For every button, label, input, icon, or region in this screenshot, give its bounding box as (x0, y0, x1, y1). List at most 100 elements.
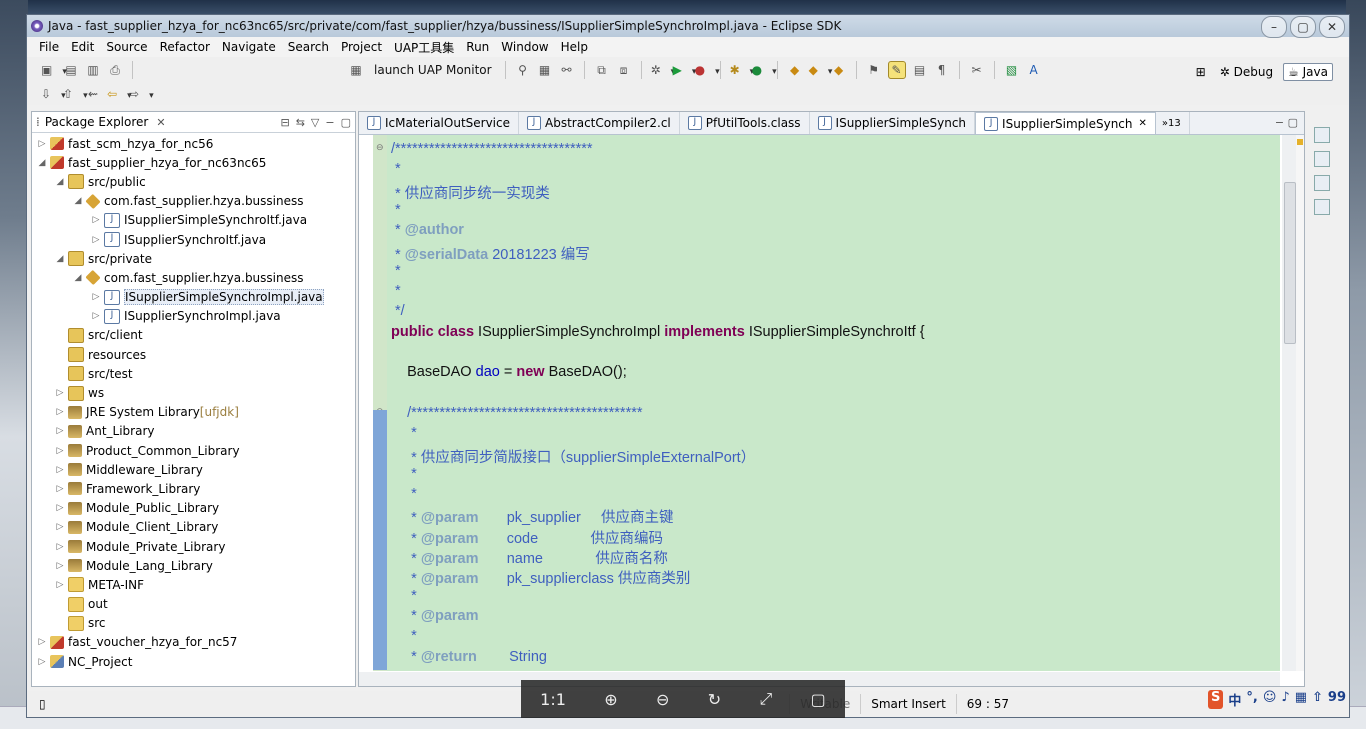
editor-tab[interactable]: AbstractCompiler2.cl (519, 112, 680, 134)
open-perspective-button[interactable]: ⊞ (1192, 64, 1210, 80)
expand-toggle-icon[interactable]: ▷ (54, 407, 66, 417)
tree-item[interactable]: ▷ Framework_Library (32, 479, 355, 498)
tree-item[interactable]: ▷ Module_Public_Library (32, 499, 355, 518)
annotation-icon[interactable]: ⚑ (866, 62, 882, 78)
tree-item[interactable]: ▷ ISupplierSimpleSynchroImpl.java (32, 288, 355, 307)
expand-toggle-icon[interactable]: ◢ (72, 273, 84, 283)
tree-item[interactable]: ▷ JRE System Library [ufjdk] (32, 403, 355, 422)
scroll-thumb[interactable] (1284, 182, 1296, 344)
overview-ruler[interactable] (1296, 135, 1304, 671)
chart-icon[interactable]: ▧ (1004, 62, 1020, 78)
expand-toggle-icon[interactable]: ◢ (72, 196, 84, 206)
run-icon[interactable]: ▶ (673, 62, 689, 78)
tab-overflow-button[interactable]: »13 (1156, 112, 1190, 134)
tray-item[interactable]: ☺ (1263, 690, 1277, 709)
view-menu-icon[interactable]: ▽ (311, 116, 319, 129)
menu-6[interactable]: Project (335, 40, 388, 54)
ime-logo-icon[interactable]: S (1208, 690, 1224, 709)
tree-item[interactable]: ▷ Product_Common_Library (32, 441, 355, 460)
tray-item[interactable]: 中 (1228, 690, 1241, 709)
expand-toggle-icon[interactable]: ▷ (54, 465, 66, 475)
search-icon[interactable]: ⚲ (515, 62, 531, 78)
link-with-editor-icon[interactable]: ⇆ (296, 116, 305, 129)
warning-marker-icon[interactable] (1297, 139, 1303, 145)
tree-item[interactable]: ▷ Module_Client_Library (32, 518, 355, 537)
expand-toggle-icon[interactable]: ▷ (36, 139, 48, 149)
tree-item[interactable]: ◢ com.fast_supplier.hzya.bussiness (32, 268, 355, 287)
maximize-view-icon[interactable]: ▢ (341, 116, 351, 129)
menu-8[interactable]: Run (460, 40, 495, 54)
tree-item[interactable]: ◢ com.fast_supplier.hzya.bussiness (32, 192, 355, 211)
tree-item[interactable]: src/test (32, 364, 355, 383)
expand-toggle-icon[interactable]: ▷ (54, 388, 66, 398)
menu-10[interactable]: Help (555, 40, 594, 54)
minimize-view-icon[interactable]: − (325, 116, 334, 129)
new-class-icon[interactable]: ✱ (730, 62, 746, 78)
last-edit-icon[interactable]: ⇜ (85, 86, 101, 102)
tree-item[interactable]: ◢ src/private (32, 249, 355, 268)
zoom-in-icon[interactable]: ⊕ (604, 690, 617, 709)
close-button[interactable]: ✕ (1319, 16, 1345, 38)
new-icon[interactable]: ▣ (41, 62, 57, 78)
java-perspective-button[interactable]: ☕ Java (1283, 63, 1333, 81)
tree-item[interactable]: src (32, 614, 355, 633)
debug-icon[interactable]: ✲ (651, 62, 667, 78)
editor-area-controls[interactable]: − ▢ (1269, 112, 1304, 134)
menu-9[interactable]: Window (495, 40, 554, 54)
show-whitespace-icon[interactable]: ¶ (934, 62, 950, 78)
expand-toggle-icon[interactable]: ▷ (54, 580, 66, 590)
expand-toggle-icon[interactable]: ◢ (54, 177, 66, 187)
title-bar[interactable]: Java - fast_supplier_hzya_for_nc63nc65/s… (27, 15, 1349, 38)
tree-item[interactable]: ▷ Middleware_Library (32, 460, 355, 479)
tree-item[interactable]: out (32, 595, 355, 614)
translate-icon[interactable]: A (1026, 62, 1042, 78)
minimize-button[interactable]: – (1261, 16, 1287, 38)
expand-toggle-icon[interactable]: ▷ (90, 292, 102, 302)
collapse-all-icon[interactable]: ⊟ (280, 116, 289, 129)
tree-item[interactable]: src/client (32, 326, 355, 345)
pin-icon[interactable]: ✂ (969, 62, 985, 78)
expand-toggle-icon[interactable]: ▷ (54, 446, 66, 456)
tray-item[interactable]: ⇧ (1312, 690, 1323, 709)
restore-view-icon[interactable] (1314, 127, 1330, 143)
problems-view-icon[interactable] (1314, 199, 1330, 215)
close-tab-icon[interactable]: ✕ (1139, 118, 1147, 129)
next-annotation-icon[interactable]: ⇩ (41, 86, 57, 102)
highlight-icon[interactable]: ✎ (887, 61, 906, 79)
expand-toggle-icon[interactable]: ▷ (36, 637, 48, 647)
tree-item[interactable]: ▷ fast_scm_hzya_for_nc56 (32, 134, 355, 153)
expand-toggle-icon[interactable]: ▷ (90, 235, 102, 245)
maximize-button[interactable]: ▢ (1290, 16, 1316, 38)
grid-icon[interactable]: ▦ (537, 62, 553, 78)
editor-tab[interactable]: ISupplierSimpleSynch ✕ (975, 112, 1156, 134)
expand-toggle-icon[interactable]: ▷ (54, 542, 66, 552)
menu-7[interactable]: UAP工具集 (388, 39, 460, 56)
expand-toggle-icon[interactable]: ◢ (54, 254, 66, 264)
editor-tab[interactable]: PfUtilTools.class (680, 112, 810, 134)
expand-toggle-icon[interactable]: ▷ (54, 561, 66, 571)
open-task-icon[interactable]: ◆ (809, 62, 825, 78)
menu-2[interactable]: Source (100, 40, 153, 54)
code-area[interactable]: /*********************************** * *… (387, 135, 1280, 671)
tree-item[interactable]: ▷ Module_Private_Library (32, 537, 355, 556)
block-select-icon[interactable]: ▤ (912, 62, 928, 78)
restore-view-icon[interactable] (1314, 175, 1330, 191)
tray-item[interactable]: ▦ (1295, 690, 1307, 709)
save-icon[interactable]: ▤ (63, 62, 79, 78)
outline-view-icon[interactable] (1314, 151, 1330, 167)
external-tools-icon[interactable]: ● (695, 62, 711, 78)
tree-item[interactable]: resources (32, 345, 355, 364)
compare-icon[interactable]: ⧈ (616, 62, 632, 78)
zoom-out-icon[interactable]: ⊖ (656, 690, 669, 709)
tree-item[interactable]: ▷ ISupplierSynchroItf.java (32, 230, 355, 249)
forward-icon[interactable]: ⇨ (129, 86, 145, 102)
back-icon[interactable]: ⇦ (107, 86, 123, 102)
expand-toggle-icon[interactable]: ◢ (36, 158, 48, 168)
menu-3[interactable]: Refactor (154, 40, 216, 54)
expand-toggle-icon[interactable]: ▷ (54, 484, 66, 494)
package-explorer-tab[interactable]: ⁞ Package Explorer ✕ ⊟ ⇆ ▽ − ▢ (32, 112, 355, 133)
print-icon[interactable]: ⎙ (107, 62, 123, 78)
link-icon[interactable]: ⚯ (559, 62, 575, 78)
new-java-icon[interactable]: ● (752, 62, 768, 78)
tree-item[interactable]: ◢ fast_supplier_hzya_for_nc63nc65 (32, 153, 355, 172)
